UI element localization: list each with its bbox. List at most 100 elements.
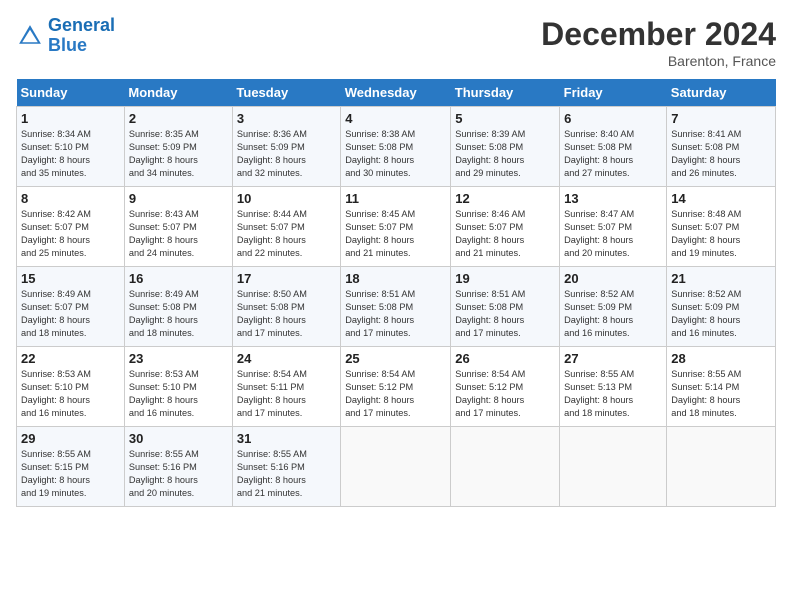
calendar-cell: 3 Sunrise: 8:36 AM Sunset: 5:09 PM Daylig…	[232, 107, 340, 187]
day-number: 12	[455, 191, 555, 206]
day-info: Sunrise: 8:49 AM Sunset: 5:07 PM Dayligh…	[21, 288, 120, 340]
calendar-cell: 18 Sunrise: 8:51 AM Sunset: 5:08 PM Dayli…	[341, 267, 451, 347]
calendar-cell: 31 Sunrise: 8:55 AM Sunset: 5:16 PM Dayli…	[232, 427, 340, 507]
day-number: 13	[564, 191, 662, 206]
day-info: Sunrise: 8:55 AM Sunset: 5:13 PM Dayligh…	[564, 368, 662, 420]
calendar-cell: 9 Sunrise: 8:43 AM Sunset: 5:07 PM Daylig…	[124, 187, 232, 267]
calendar-cell: 7 Sunrise: 8:41 AM Sunset: 5:08 PM Daylig…	[667, 107, 776, 187]
weekday-header-sunday: Sunday	[17, 79, 125, 107]
day-number: 20	[564, 271, 662, 286]
calendar-cell: 30 Sunrise: 8:55 AM Sunset: 5:16 PM Dayli…	[124, 427, 232, 507]
day-number: 10	[237, 191, 336, 206]
weekday-header-saturday: Saturday	[667, 79, 776, 107]
day-number: 27	[564, 351, 662, 366]
day-info: Sunrise: 8:38 AM Sunset: 5:08 PM Dayligh…	[345, 128, 446, 180]
day-number: 28	[671, 351, 771, 366]
calendar-cell: 6Sunrise: 8:40 AM Sunset: 5:08 PM Daylig…	[560, 107, 667, 187]
day-info: Sunrise: 8:52 AM Sunset: 5:09 PM Dayligh…	[671, 288, 771, 340]
day-number: 25	[345, 351, 446, 366]
calendar-cell: 24 Sunrise: 8:54 AM Sunset: 5:11 PM Dayli…	[232, 347, 340, 427]
calendar-cell: 14 Sunrise: 8:48 AM Sunset: 5:07 PM Dayli…	[667, 187, 776, 267]
day-info: Sunrise: 8:40 AM Sunset: 5:08 PM Dayligh…	[564, 128, 662, 180]
day-info: Sunrise: 8:47 AM Sunset: 5:07 PM Dayligh…	[564, 208, 662, 260]
calendar-cell: 19 Sunrise: 8:51 AM Sunset: 5:08 PM Dayli…	[451, 267, 560, 347]
day-number: 19	[455, 271, 555, 286]
day-info: Sunrise: 8:35 AM Sunset: 5:09 PM Dayligh…	[129, 128, 228, 180]
calendar-cell	[451, 427, 560, 507]
calendar-week-5: 29Sunrise: 8:55 AM Sunset: 5:15 PM Dayli…	[17, 427, 776, 507]
day-number: 2	[129, 111, 228, 126]
day-number: 31	[237, 431, 336, 446]
calendar-cell	[667, 427, 776, 507]
day-info: Sunrise: 8:54 AM Sunset: 5:11 PM Dayligh…	[237, 368, 336, 420]
day-info: Sunrise: 8:53 AM Sunset: 5:10 PM Dayligh…	[21, 368, 120, 420]
calendar-cell: 5 Sunrise: 8:39 AM Sunset: 5:08 PM Daylig…	[451, 107, 560, 187]
day-info: Sunrise: 8:46 AM Sunset: 5:07 PM Dayligh…	[455, 208, 555, 260]
header: General Blue December 2024 Barenton, Fra…	[16, 16, 776, 69]
day-number: 1	[21, 111, 120, 126]
weekday-header-friday: Friday	[560, 79, 667, 107]
calendar-cell: 29Sunrise: 8:55 AM Sunset: 5:15 PM Dayli…	[17, 427, 125, 507]
weekday-header-thursday: Thursday	[451, 79, 560, 107]
day-info: Sunrise: 8:55 AM Sunset: 5:16 PM Dayligh…	[129, 448, 228, 500]
calendar-cell: 11 Sunrise: 8:45 AM Sunset: 5:07 PM Dayli…	[341, 187, 451, 267]
logo-icon	[16, 22, 44, 50]
day-info: Sunrise: 8:43 AM Sunset: 5:07 PM Dayligh…	[129, 208, 228, 260]
calendar-cell: 21Sunrise: 8:52 AM Sunset: 5:09 PM Dayli…	[667, 267, 776, 347]
month-title: December 2024	[541, 16, 776, 53]
day-number: 22	[21, 351, 120, 366]
day-info: Sunrise: 8:55 AM Sunset: 5:14 PM Dayligh…	[671, 368, 771, 420]
day-info: Sunrise: 8:45 AM Sunset: 5:07 PM Dayligh…	[345, 208, 446, 260]
calendar-cell: 20Sunrise: 8:52 AM Sunset: 5:09 PM Dayli…	[560, 267, 667, 347]
day-number: 4	[345, 111, 446, 126]
day-number: 29	[21, 431, 120, 446]
calendar-cell: 1 Sunrise: 8:34 AM Sunset: 5:10 PM Daylig…	[17, 107, 125, 187]
page-container: General Blue December 2024 Barenton, Fra…	[0, 0, 792, 517]
calendar-cell: 27 Sunrise: 8:55 AM Sunset: 5:13 PM Dayli…	[560, 347, 667, 427]
calendar-cell: 28 Sunrise: 8:55 AM Sunset: 5:14 PM Dayli…	[667, 347, 776, 427]
day-number: 18	[345, 271, 446, 286]
day-info: Sunrise: 8:55 AM Sunset: 5:16 PM Dayligh…	[237, 448, 336, 500]
day-number: 23	[129, 351, 228, 366]
calendar-cell: 17Sunrise: 8:50 AM Sunset: 5:08 PM Dayli…	[232, 267, 340, 347]
calendar-cell: 22 Sunrise: 8:53 AM Sunset: 5:10 PM Dayli…	[17, 347, 125, 427]
day-number: 9	[129, 191, 228, 206]
day-number: 16	[129, 271, 228, 286]
day-info: Sunrise: 8:42 AM Sunset: 5:07 PM Dayligh…	[21, 208, 120, 260]
calendar-cell: 8 Sunrise: 8:42 AM Sunset: 5:07 PM Daylig…	[17, 187, 125, 267]
calendar-cell: 10 Sunrise: 8:44 AM Sunset: 5:07 PM Dayli…	[232, 187, 340, 267]
weekday-header-row: SundayMondayTuesdayWednesdayThursdayFrid…	[17, 79, 776, 107]
day-info: Sunrise: 8:51 AM Sunset: 5:08 PM Dayligh…	[455, 288, 555, 340]
day-info: Sunrise: 8:54 AM Sunset: 5:12 PM Dayligh…	[345, 368, 446, 420]
day-info: Sunrise: 8:49 AM Sunset: 5:08 PM Dayligh…	[129, 288, 228, 340]
location: Barenton, France	[541, 53, 776, 69]
weekday-header-wednesday: Wednesday	[341, 79, 451, 107]
day-number: 24	[237, 351, 336, 366]
logo-text: General Blue	[48, 16, 115, 56]
day-number: 14	[671, 191, 771, 206]
day-number: 11	[345, 191, 446, 206]
calendar-cell: 15Sunrise: 8:49 AM Sunset: 5:07 PM Dayli…	[17, 267, 125, 347]
day-info: Sunrise: 8:44 AM Sunset: 5:07 PM Dayligh…	[237, 208, 336, 260]
calendar-cell	[560, 427, 667, 507]
calendar-week-4: 22 Sunrise: 8:53 AM Sunset: 5:10 PM Dayli…	[17, 347, 776, 427]
day-info: Sunrise: 8:50 AM Sunset: 5:08 PM Dayligh…	[237, 288, 336, 340]
calendar-cell: 23 Sunrise: 8:53 AM Sunset: 5:10 PM Dayli…	[124, 347, 232, 427]
day-number: 7	[671, 111, 771, 126]
day-number: 26	[455, 351, 555, 366]
day-info: Sunrise: 8:51 AM Sunset: 5:08 PM Dayligh…	[345, 288, 446, 340]
day-info: Sunrise: 8:53 AM Sunset: 5:10 PM Dayligh…	[129, 368, 228, 420]
day-info: Sunrise: 8:39 AM Sunset: 5:08 PM Dayligh…	[455, 128, 555, 180]
day-info: Sunrise: 8:34 AM Sunset: 5:10 PM Dayligh…	[21, 128, 120, 180]
day-info: Sunrise: 8:36 AM Sunset: 5:09 PM Dayligh…	[237, 128, 336, 180]
calendar-cell: 2 Sunrise: 8:35 AM Sunset: 5:09 PM Daylig…	[124, 107, 232, 187]
day-info: Sunrise: 8:48 AM Sunset: 5:07 PM Dayligh…	[671, 208, 771, 260]
day-number: 8	[21, 191, 120, 206]
day-number: 5	[455, 111, 555, 126]
day-info: Sunrise: 8:41 AM Sunset: 5:08 PM Dayligh…	[671, 128, 771, 180]
calendar-table: SundayMondayTuesdayWednesdayThursdayFrid…	[16, 79, 776, 507]
calendar-cell: 25 Sunrise: 8:54 AM Sunset: 5:12 PM Dayli…	[341, 347, 451, 427]
day-number: 3	[237, 111, 336, 126]
day-number: 30	[129, 431, 228, 446]
calendar-week-1: 1 Sunrise: 8:34 AM Sunset: 5:10 PM Daylig…	[17, 107, 776, 187]
